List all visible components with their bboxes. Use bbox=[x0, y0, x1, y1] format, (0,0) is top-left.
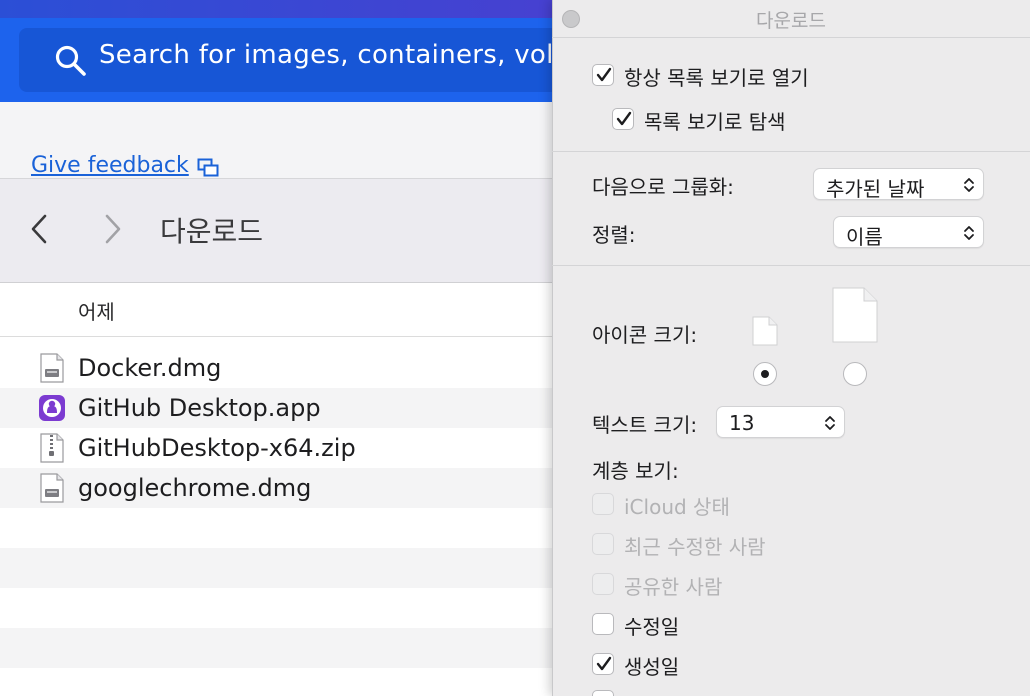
always-open-list-view-checkbox[interactable] bbox=[592, 64, 614, 86]
updown-chevron-icon bbox=[825, 416, 835, 430]
github-app-icon bbox=[39, 395, 65, 421]
panel-title: 다운로드 bbox=[756, 10, 826, 32]
checkmark-icon bbox=[596, 67, 612, 82]
icon-size-large-radio[interactable] bbox=[843, 362, 867, 386]
radio-selected-dot bbox=[761, 370, 769, 378]
icon-size-small-radio[interactable] bbox=[753, 362, 777, 386]
divider bbox=[552, 265, 1030, 266]
next-column-checkbox[interactable] bbox=[592, 690, 614, 696]
checkmark-icon bbox=[616, 111, 632, 126]
disk-image-icon bbox=[40, 353, 64, 383]
divider bbox=[552, 151, 1030, 152]
last-modified-by-checkbox bbox=[592, 533, 614, 555]
group-header-label: 어제 bbox=[78, 300, 115, 324]
feedback-icon[interactable] bbox=[197, 158, 219, 178]
file-name: GitHubDesktop-x64.zip bbox=[78, 434, 356, 462]
show-columns-label: 계층 보기: bbox=[592, 459, 679, 483]
file-name: GitHub Desktop.app bbox=[78, 394, 321, 422]
screen: Search for images, containers, volu Give… bbox=[0, 0, 1030, 696]
icon-size-label: 아이콘 크기: bbox=[592, 323, 698, 347]
checkmark-icon bbox=[596, 656, 612, 671]
column-option-label: 공유한 사람 bbox=[624, 575, 723, 599]
icloud-status-checkbox bbox=[592, 493, 614, 515]
search-placeholder: Search for images, containers, volu bbox=[99, 40, 571, 70]
always-open-list-view-label: 항상 목록 보기로 열기 bbox=[624, 66, 809, 90]
text-size-popup[interactable]: 13 bbox=[716, 406, 845, 438]
column-option-label: 생성일 bbox=[624, 655, 680, 679]
group-by-value: 추가된 날짜 bbox=[826, 177, 925, 201]
search-icon bbox=[55, 45, 86, 76]
file-name: Docker.dmg bbox=[78, 354, 222, 382]
group-by-popup[interactable]: 추가된 날짜 bbox=[813, 168, 984, 201]
small-document-icon bbox=[752, 316, 778, 346]
text-size-value: 13 bbox=[729, 411, 755, 435]
column-option-label: iCloud 상태 bbox=[624, 495, 730, 519]
date-created-checkbox[interactable] bbox=[592, 653, 614, 675]
sort-by-popup[interactable]: 이름 bbox=[833, 216, 984, 249]
file-name: googlechrome.dmg bbox=[78, 474, 312, 502]
large-document-icon bbox=[832, 287, 878, 343]
zip-archive-icon bbox=[40, 433, 64, 463]
window-title: 다운로드 bbox=[160, 215, 264, 248]
give-feedback-link[interactable]: Give feedback bbox=[31, 153, 189, 178]
forward-chevron-icon[interactable] bbox=[98, 212, 126, 246]
browse-list-view-label: 목록 보기로 탐색 bbox=[644, 110, 786, 134]
shared-by-checkbox bbox=[592, 573, 614, 595]
text-size-label: 텍스트 크기: bbox=[592, 413, 698, 437]
sort-by-value: 이름 bbox=[846, 225, 883, 249]
group-by-label: 다음으로 그룹화: bbox=[592, 175, 734, 199]
column-option-label: 수정일 bbox=[624, 615, 680, 639]
updown-chevron-icon bbox=[964, 226, 974, 240]
updown-chevron-icon bbox=[964, 178, 974, 192]
date-modified-checkbox[interactable] bbox=[592, 613, 614, 635]
sort-by-label: 정렬: bbox=[592, 223, 636, 247]
back-chevron-icon[interactable] bbox=[26, 212, 54, 246]
browse-list-view-checkbox[interactable] bbox=[612, 108, 634, 130]
column-option-label: 최근 수정한 사람 bbox=[624, 535, 766, 559]
disk-image-icon bbox=[40, 473, 64, 503]
